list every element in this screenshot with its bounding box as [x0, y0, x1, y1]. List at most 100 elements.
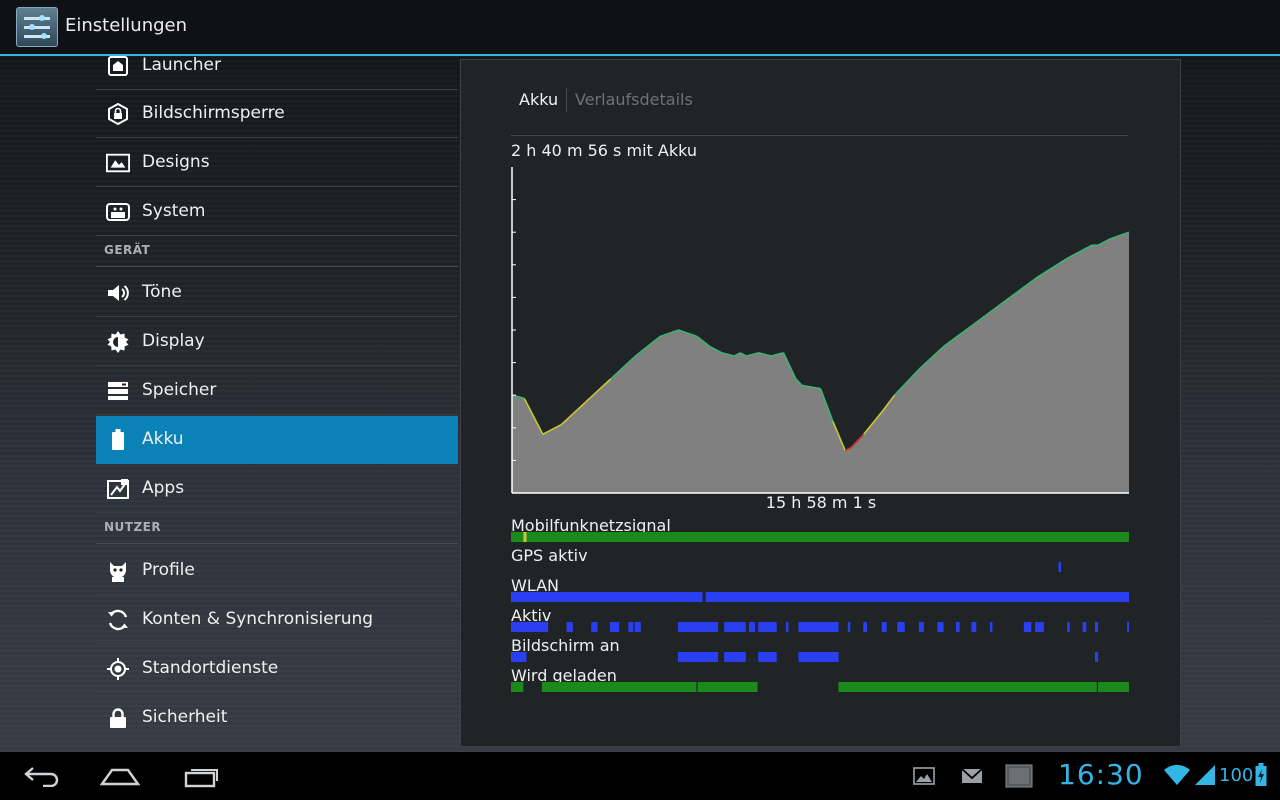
track-segment	[1095, 652, 1099, 662]
tab-underline	[511, 135, 1128, 136]
sidebar-item-label: Sicherheit	[142, 707, 228, 727]
track-bar-charging	[511, 682, 1129, 692]
track-bar-signal	[511, 532, 1129, 542]
track-wifi	[511, 592, 1129, 602]
recents-icon[interactable]	[182, 760, 222, 792]
app-title: Einstellungen	[65, 15, 188, 36]
themes-icon	[106, 151, 130, 175]
sidebar-item-launcher[interactable]: Launcher	[96, 42, 458, 90]
sidebar-item-label: Bildschirmsperre	[142, 103, 285, 123]
sync-icon	[106, 608, 130, 632]
track-bar-awake	[511, 622, 1129, 632]
track-segment	[748, 622, 756, 632]
track-segment	[541, 682, 697, 692]
track-bar-wifi	[511, 592, 1129, 602]
history-timespan: 15 h 58 m 1 s	[765, 493, 877, 512]
track-segment	[1058, 562, 1061, 572]
screenshot-icon[interactable]	[1004, 760, 1034, 792]
storage-icon	[106, 379, 130, 403]
sidebar-item-label: Display	[142, 331, 205, 351]
track-segment	[863, 622, 867, 632]
tab-history-details[interactable]: Verlaufsdetails	[575, 90, 693, 109]
track-segment	[847, 622, 851, 632]
status-clock[interactable]: 16:30	[1058, 758, 1144, 791]
track-segment	[798, 652, 839, 662]
track-segment	[628, 622, 634, 632]
battery-icon	[106, 428, 130, 452]
home-icon[interactable]	[100, 760, 140, 792]
track-segment	[1023, 622, 1032, 632]
track-segment	[696, 532, 1129, 542]
track-segment	[1127, 622, 1129, 632]
sidebar-item-lock-screen[interactable]: Bildschirmsperre	[96, 90, 458, 138]
track-segment	[881, 622, 887, 632]
track-segment	[1082, 622, 1087, 632]
track-segment	[724, 622, 746, 632]
track-segment	[591, 622, 598, 632]
track-segment	[523, 532, 527, 542]
sidebar-item-display[interactable]: Display	[96, 318, 458, 366]
track-segment	[1095, 622, 1099, 632]
track-bar-screen	[511, 652, 1099, 662]
battery-level-chart	[511, 167, 1130, 494]
section-header-user: NUTZER	[96, 514, 458, 544]
sidebar-item-security[interactable]: Sicherheit	[96, 694, 458, 742]
sidebar-item-label: Speicher	[142, 380, 217, 400]
back-icon[interactable]	[22, 760, 62, 792]
sidebar-item-battery[interactable]: Akku	[96, 416, 458, 464]
on-battery-duration: 2 h 40 m 56 s mit Akku	[511, 141, 697, 160]
track-segment	[511, 682, 524, 692]
battery-level-area	[512, 232, 1129, 493]
track-awake	[511, 622, 1129, 632]
section-header-device: GERÄT	[96, 237, 458, 267]
cell-signal-icon	[1194, 764, 1216, 790]
lock-screen-icon	[106, 102, 130, 126]
track-segment	[697, 682, 758, 692]
track-segment	[511, 532, 697, 542]
track-segment	[897, 622, 905, 632]
tab-battery[interactable]: Akku	[519, 90, 558, 109]
settings-app-icon[interactable]	[16, 7, 58, 47]
sidebar-item-accounts-sync[interactable]: Konten & Synchronisierung	[96, 596, 458, 644]
track-segment	[937, 622, 944, 632]
battery-charging-icon	[1255, 763, 1267, 791]
sidebar-item-label: Designs	[142, 152, 210, 172]
track-segment	[634, 622, 641, 632]
track-segment	[677, 622, 719, 632]
track-segment	[566, 622, 573, 632]
track-segment	[798, 622, 839, 632]
track-segment	[1098, 682, 1129, 692]
gallery-icon[interactable]	[912, 760, 936, 792]
system-icon	[106, 200, 130, 224]
location-icon	[106, 657, 130, 681]
track-segment	[511, 622, 549, 632]
wifi-signal-icon	[1163, 764, 1191, 790]
track-segment	[1035, 622, 1044, 632]
track-segment	[838, 682, 1097, 692]
sidebar-item-label: Konten & Synchronisierung	[142, 609, 374, 629]
track-segment	[786, 622, 789, 632]
sidebar-item-location[interactable]: Standortdienste	[96, 645, 458, 693]
sidebar-item-label: Töne	[142, 282, 182, 302]
apps-icon	[106, 477, 130, 501]
sidebar-item-sound[interactable]: Töne	[96, 269, 458, 317]
sidebar-item-storage[interactable]: Speicher	[96, 367, 458, 415]
sidebar-item-label: Standortdienste	[142, 658, 279, 678]
launcher-icon	[106, 54, 130, 78]
sidebar-item-apps[interactable]: Apps	[96, 465, 458, 513]
track-segment	[956, 622, 960, 632]
gmail-icon[interactable]	[960, 760, 984, 792]
track-segment	[971, 622, 977, 632]
track-segment	[511, 592, 703, 602]
sidebar-item-label: Launcher	[142, 55, 222, 75]
tab-divider	[566, 88, 567, 112]
sidebar-item-label: Akku	[142, 429, 184, 449]
settings-list: Launcher Bildschirmsperre Designs System…	[96, 55, 458, 752]
sidebar-item-themes[interactable]: Designs	[96, 139, 458, 187]
track-charging	[511, 682, 1129, 692]
track-signal	[511, 532, 1129, 542]
track-segment	[724, 652, 746, 662]
sidebar-item-profiles[interactable]: Profile	[96, 547, 458, 595]
track-bar-gps	[1058, 562, 1061, 572]
sidebar-item-system[interactable]: System	[96, 188, 458, 236]
